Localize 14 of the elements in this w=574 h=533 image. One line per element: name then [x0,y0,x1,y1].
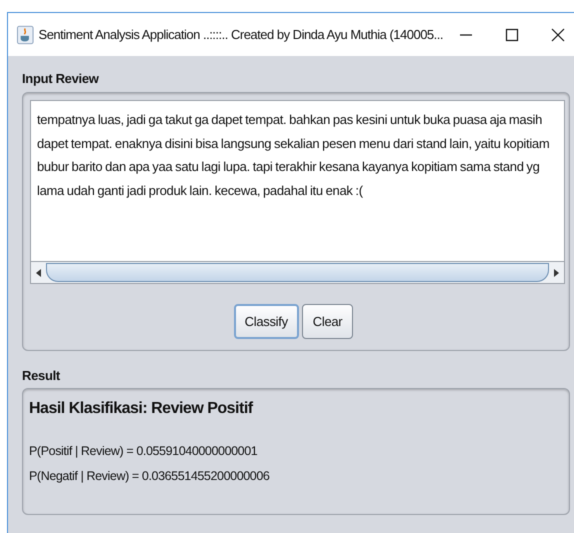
horizontal-scrollbar[interactable] [31,261,564,283]
probability-text: P(Negatif | Review) = 0.036551455200000006 [29,468,270,485]
section-label: Input Review [22,70,100,87]
left-arrow-icon[interactable] [34,268,44,278]
window-title: Sentiment Analysis Application ..::::.. Created by Dinda Ayu Muthia (140005... [38,26,443,44]
probability-text: P(Positif | Review) = 0.05591040000000001 [29,443,258,460]
review-input-field[interactable]: tempatnya luas, jadi ga takut ga dapet tempat. bahkan pas kesini untuk buka puasa aja masih dapet tempat. enaknya disini bisa langsung sekalian pesen menu dari stand lain, yaitu kopitiam bubur barito dan apa yaa satu lagi lupa. tapi terakhir kesana kayanya kopitiam sama stand yg lama udah ganti jadi produk lain. kecewa, padahal itu enak :( [30,100,565,284]
cup-icon [17,24,34,44]
clear-button[interactable]: Clear [302,304,354,339]
right-arrow-icon[interactable] [551,268,561,278]
scrollbar-thumb[interactable] [46,263,549,282]
result-heading: Hasil Klasifikasi: Review Positif [29,400,254,418]
classify-button[interactable]: Classify [234,304,299,339]
section-label: Result [22,367,61,384]
